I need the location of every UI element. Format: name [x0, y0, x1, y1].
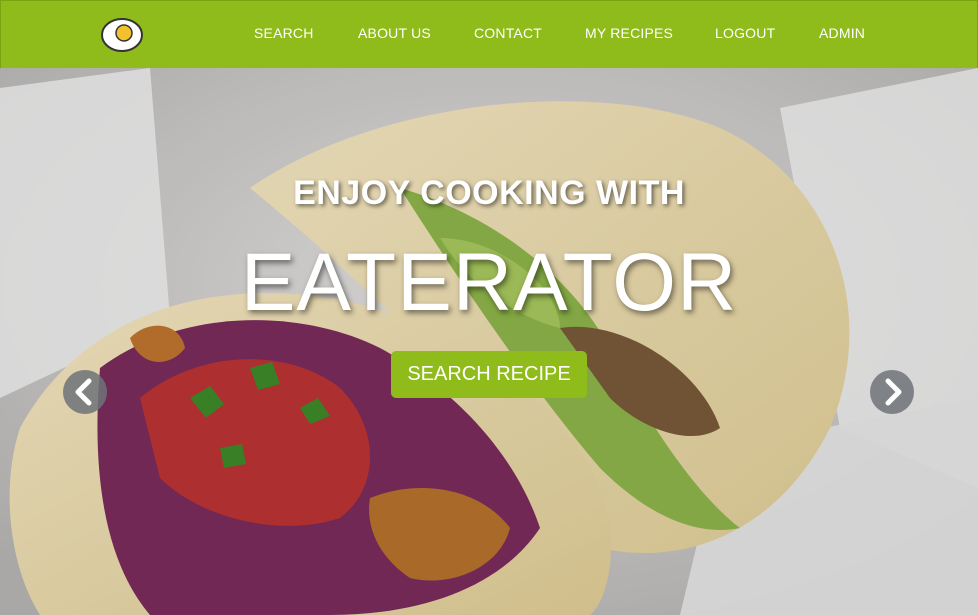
top-navbar: SEARCH ABOUT US CONTACT MY RECIPES LOGOU…: [0, 0, 978, 68]
nav-contact[interactable]: CONTACT: [474, 25, 542, 41]
chevron-right-icon: [885, 378, 902, 406]
carousel-next-button[interactable]: [870, 370, 914, 414]
hero-carousel: ENJOY COOKING WITH EATERATOR SEARCH RECI…: [0, 68, 978, 615]
nav-about-us[interactable]: ABOUT US: [358, 25, 431, 41]
search-recipe-button[interactable]: SEARCH RECIPE: [391, 351, 587, 398]
carousel-prev-button[interactable]: [63, 370, 107, 414]
nav-search[interactable]: SEARCH: [254, 25, 314, 41]
tacos-photo: [0, 68, 978, 615]
nav-logout[interactable]: LOGOUT: [715, 25, 775, 41]
hero-brand-title: EATERATOR: [240, 237, 738, 328]
fried-egg-icon[interactable]: [100, 17, 144, 53]
chevron-left-icon: [75, 378, 92, 406]
nav-admin[interactable]: ADMIN: [819, 25, 865, 41]
hero-tagline: ENJOY COOKING WITH: [293, 174, 685, 212]
nav-my-recipes[interactable]: MY RECIPES: [585, 25, 673, 41]
